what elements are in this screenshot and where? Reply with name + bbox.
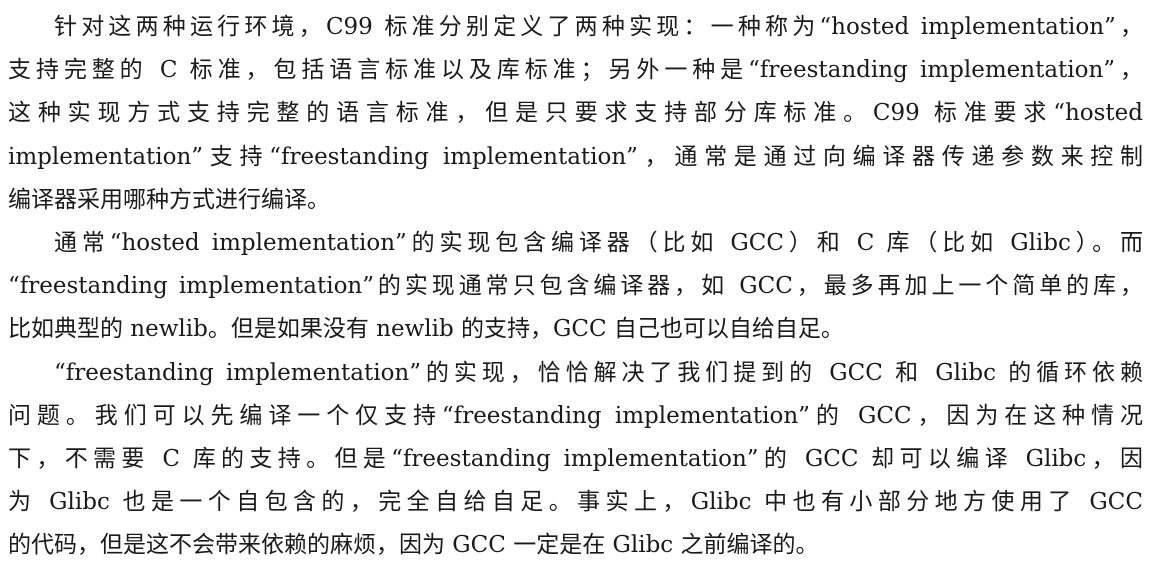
text-line: 编译器采用哪种方式进行编译。 [8,186,330,213]
text-line: 下，不需要 C 库的支持。但是“freestanding implementat… [8,445,1143,472]
paragraph-2: 通常“hosted implementation”的实现包含编译器（比如 GCC… [8,222,1143,352]
paragraph-1: 针对这两种运行环境，C99 标准分别定义了两种实现：一种称为“hosted im… [8,6,1143,222]
text-line: 支持完整的 C 标准，包括语言标准以及库标准；另外一种是“freestandin… [8,57,1143,84]
text-line: 问题。我们可以先编译一个仅支持“freestanding implementat… [8,402,1143,429]
text-line: “freestanding implementation”的实现通常只包含编译器… [8,273,1143,300]
paragraph-3: “freestanding implementation”的实现，恰恰解决了我们… [8,352,1143,568]
text-line: “freestanding implementation”的实现，恰恰解决了我们… [54,359,1143,386]
text-line: 这种实现方式支持完整的语言标准，但是只要求支持部分库标准。C99 标准要求“ho… [8,100,1143,127]
text-line: 为 Glibc 也是一个自包含的，完全自给自足。事实上，Glibc 中也有小部分… [8,489,1143,516]
text-line: 比如典型的 newlib。但是如果没有 newlib 的支持，GCC 自己也可以… [8,316,844,343]
text-line: 的代码，但是这不会带来依赖的麻烦，因为 GCC 一定是在 Glibc 之前编译的… [8,532,819,559]
document-page: 针对这两种运行环境，C99 标准分别定义了两种实现：一种称为“hosted im… [8,6,1143,567]
text-line: implementation”支持“freestanding implement… [8,143,1143,170]
text-line: 通常“hosted implementation”的实现包含编译器（比如 GCC… [54,229,1143,256]
text-line: 针对这两种运行环境，C99 标准分别定义了两种实现：一种称为“hosted im… [54,14,1143,40]
